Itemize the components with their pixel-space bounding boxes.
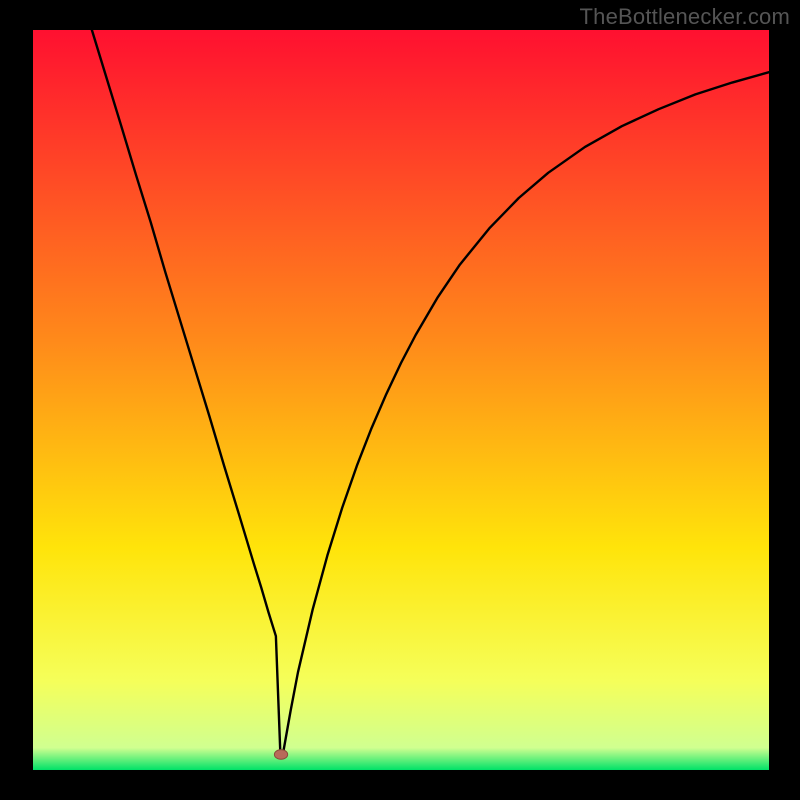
chart-container: TheBottlenecker.com [0, 0, 800, 800]
attribution-label: TheBottlenecker.com [580, 4, 790, 30]
plot-area [33, 30, 769, 770]
optimal-point-marker [274, 750, 287, 760]
bottleneck-chart [0, 0, 800, 800]
